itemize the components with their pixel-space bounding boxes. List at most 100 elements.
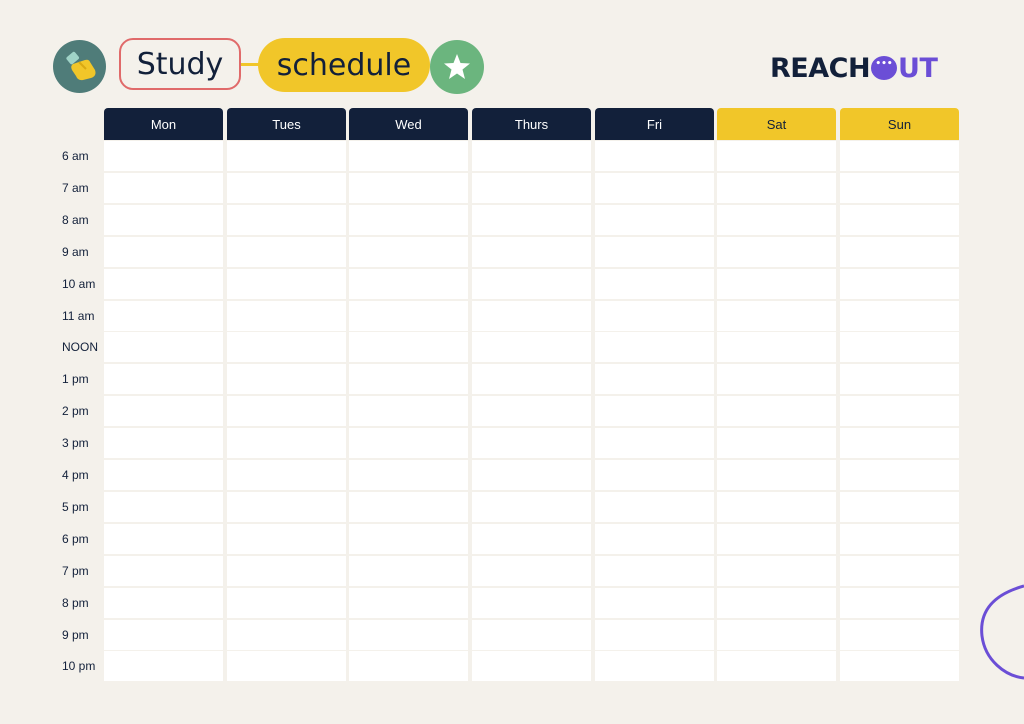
schedule-cell[interactable] bbox=[840, 619, 959, 650]
schedule-cell[interactable] bbox=[227, 300, 346, 331]
schedule-cell[interactable] bbox=[104, 428, 223, 459]
schedule-cell[interactable] bbox=[717, 141, 836, 171]
schedule-cell[interactable] bbox=[227, 332, 346, 363]
schedule-cell[interactable] bbox=[595, 396, 714, 427]
schedule-cell[interactable] bbox=[472, 460, 591, 490]
schedule-cell[interactable] bbox=[472, 651, 591, 682]
schedule-cell[interactable] bbox=[717, 523, 836, 554]
schedule-cell[interactable] bbox=[227, 523, 346, 554]
schedule-cell[interactable] bbox=[104, 204, 223, 235]
schedule-cell[interactable] bbox=[840, 555, 959, 586]
schedule-cell[interactable] bbox=[227, 204, 346, 235]
schedule-cell[interactable] bbox=[104, 587, 223, 618]
schedule-cell[interactable] bbox=[472, 236, 591, 267]
schedule-cell[interactable] bbox=[472, 555, 591, 586]
schedule-cell[interactable] bbox=[227, 651, 346, 682]
schedule-cell[interactable] bbox=[472, 428, 591, 459]
schedule-cell[interactable] bbox=[472, 523, 591, 554]
schedule-cell[interactable] bbox=[227, 141, 346, 171]
schedule-cell[interactable] bbox=[717, 236, 836, 267]
schedule-cell[interactable] bbox=[472, 587, 591, 618]
schedule-cell[interactable] bbox=[595, 619, 714, 650]
schedule-cell[interactable] bbox=[227, 428, 346, 459]
schedule-cell[interactable] bbox=[104, 651, 223, 682]
schedule-cell[interactable] bbox=[472, 300, 591, 331]
schedule-cell[interactable] bbox=[104, 555, 223, 586]
schedule-cell[interactable] bbox=[104, 300, 223, 331]
schedule-cell[interactable] bbox=[104, 236, 223, 267]
schedule-cell[interactable] bbox=[349, 428, 468, 459]
schedule-cell[interactable] bbox=[472, 268, 591, 299]
schedule-cell[interactable] bbox=[227, 268, 346, 299]
schedule-cell[interactable] bbox=[472, 332, 591, 363]
schedule-cell[interactable] bbox=[717, 428, 836, 459]
schedule-cell[interactable] bbox=[227, 172, 346, 203]
schedule-cell[interactable] bbox=[840, 236, 959, 267]
schedule-cell[interactable] bbox=[717, 651, 836, 682]
schedule-cell[interactable] bbox=[227, 396, 346, 427]
schedule-cell[interactable] bbox=[472, 619, 591, 650]
schedule-cell[interactable] bbox=[717, 491, 836, 522]
schedule-cell[interactable] bbox=[717, 555, 836, 586]
schedule-cell[interactable] bbox=[840, 587, 959, 618]
schedule-cell[interactable] bbox=[595, 268, 714, 299]
schedule-cell[interactable] bbox=[349, 491, 468, 522]
schedule-cell[interactable] bbox=[717, 587, 836, 618]
schedule-cell[interactable] bbox=[840, 141, 959, 171]
schedule-cell[interactable] bbox=[595, 491, 714, 522]
schedule-cell[interactable] bbox=[840, 428, 959, 459]
schedule-cell[interactable] bbox=[717, 300, 836, 331]
schedule-cell[interactable] bbox=[104, 141, 223, 171]
schedule-cell[interactable] bbox=[717, 332, 836, 363]
schedule-cell[interactable] bbox=[227, 364, 346, 395]
schedule-cell[interactable] bbox=[227, 236, 346, 267]
schedule-cell[interactable] bbox=[349, 332, 468, 363]
schedule-cell[interactable] bbox=[349, 268, 468, 299]
schedule-cell[interactable] bbox=[104, 172, 223, 203]
schedule-cell[interactable] bbox=[595, 523, 714, 554]
schedule-cell[interactable] bbox=[104, 396, 223, 427]
schedule-cell[interactable] bbox=[717, 268, 836, 299]
schedule-cell[interactable] bbox=[595, 204, 714, 235]
schedule-cell[interactable] bbox=[227, 491, 346, 522]
schedule-cell[interactable] bbox=[595, 172, 714, 203]
schedule-cell[interactable] bbox=[840, 523, 959, 554]
schedule-cell[interactable] bbox=[840, 332, 959, 363]
schedule-cell[interactable] bbox=[595, 141, 714, 171]
schedule-cell[interactable] bbox=[104, 619, 223, 650]
schedule-cell[interactable] bbox=[472, 204, 591, 235]
schedule-cell[interactable] bbox=[840, 268, 959, 299]
schedule-cell[interactable] bbox=[840, 460, 959, 490]
schedule-cell[interactable] bbox=[840, 491, 959, 522]
schedule-cell[interactable] bbox=[840, 300, 959, 331]
schedule-cell[interactable] bbox=[472, 141, 591, 171]
schedule-cell[interactable] bbox=[840, 364, 959, 395]
schedule-cell[interactable] bbox=[349, 204, 468, 235]
schedule-cell[interactable] bbox=[595, 428, 714, 459]
schedule-cell[interactable] bbox=[472, 396, 591, 427]
schedule-cell[interactable] bbox=[104, 364, 223, 395]
schedule-cell[interactable] bbox=[472, 491, 591, 522]
schedule-cell[interactable] bbox=[349, 141, 468, 171]
schedule-cell[interactable] bbox=[349, 619, 468, 650]
schedule-cell[interactable] bbox=[104, 332, 223, 363]
schedule-cell[interactable] bbox=[472, 364, 591, 395]
schedule-cell[interactable] bbox=[717, 396, 836, 427]
schedule-cell[interactable] bbox=[349, 300, 468, 331]
schedule-cell[interactable] bbox=[227, 555, 346, 586]
schedule-cell[interactable] bbox=[595, 364, 714, 395]
schedule-cell[interactable] bbox=[595, 555, 714, 586]
schedule-cell[interactable] bbox=[349, 172, 468, 203]
schedule-cell[interactable] bbox=[349, 236, 468, 267]
schedule-cell[interactable] bbox=[227, 619, 346, 650]
schedule-cell[interactable] bbox=[104, 268, 223, 299]
schedule-cell[interactable] bbox=[349, 587, 468, 618]
schedule-cell[interactable] bbox=[717, 172, 836, 203]
schedule-cell[interactable] bbox=[595, 332, 714, 363]
schedule-cell[interactable] bbox=[349, 364, 468, 395]
schedule-cell[interactable] bbox=[840, 651, 959, 682]
schedule-cell[interactable] bbox=[717, 204, 836, 235]
schedule-cell[interactable] bbox=[717, 619, 836, 650]
schedule-cell[interactable] bbox=[595, 460, 714, 490]
schedule-cell[interactable] bbox=[349, 460, 468, 490]
